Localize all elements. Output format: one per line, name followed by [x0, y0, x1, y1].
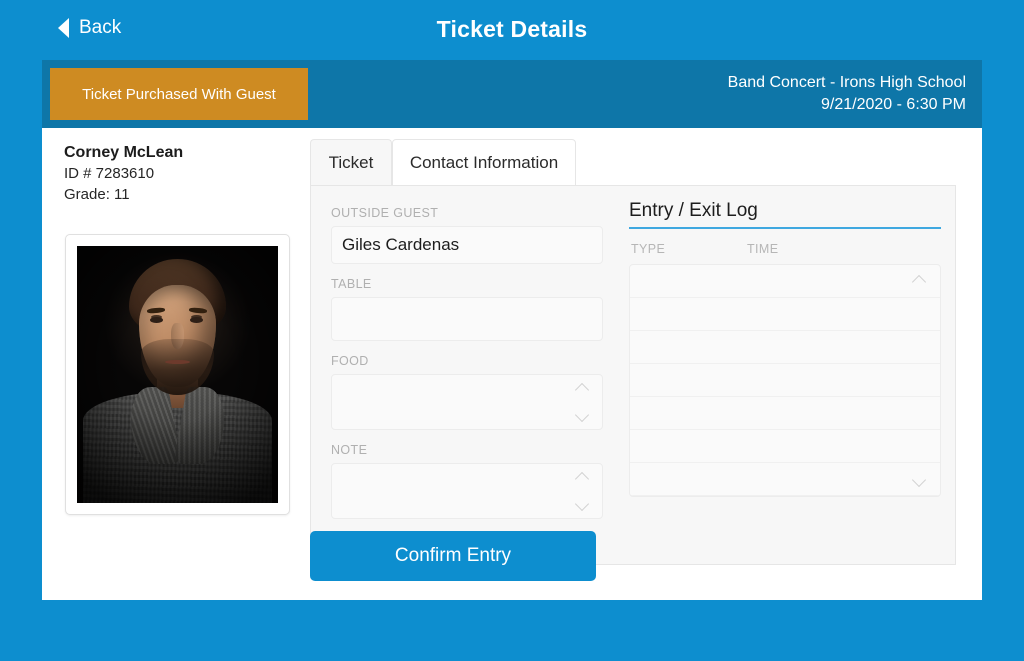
confirm-entry-label: Confirm Entry	[394, 545, 512, 566]
student-photo-frame	[65, 234, 290, 515]
ticket-tab-panel: OUTSIDE GUEST Giles Cardenas TABLE FOOD	[310, 185, 956, 565]
entry-exit-log-list[interactable]	[629, 264, 941, 497]
log-row	[630, 298, 940, 331]
field-outside-guest: OUTSIDE GUEST Giles Cardenas	[331, 206, 603, 264]
chevron-up-icon[interactable]	[576, 471, 589, 484]
event-datetime: 9/21/2020 - 6:30 PM	[821, 96, 966, 113]
entry-exit-log: Entry / Exit Log TYPE TIME	[629, 200, 941, 497]
log-row	[630, 364, 940, 397]
food-input[interactable]	[331, 374, 603, 430]
column-header-type: TYPE	[631, 242, 666, 256]
student-photo	[77, 246, 278, 503]
chevron-down-icon[interactable]	[913, 474, 926, 487]
status-badge: Ticket Purchased With Guest	[50, 68, 308, 120]
log-row	[630, 331, 940, 364]
table-input[interactable]	[331, 297, 603, 341]
student-grade: Grade: 11	[64, 186, 130, 203]
student-summary: Corney McLean ID # 7283610 Grade: 11	[64, 142, 314, 205]
tab-contact-information[interactable]: Contact Information	[392, 139, 576, 186]
confirm-entry-button[interactable]: Confirm Entry	[310, 531, 596, 581]
event-name: Band Concert - Irons High School	[727, 74, 966, 91]
entry-exit-log-columns: TYPE TIME	[629, 238, 941, 264]
chevron-up-icon[interactable]	[576, 382, 589, 395]
status-badge-label: Ticket Purchased With Guest	[82, 85, 276, 103]
ticket-details-card: Corney McLean ID # 7283610 Grade: 11 Tic…	[42, 128, 982, 600]
field-table: TABLE	[331, 277, 603, 341]
event-band: Ticket Purchased With Guest Band Concert…	[42, 60, 982, 128]
log-row	[630, 430, 940, 463]
field-table-label: TABLE	[331, 277, 372, 291]
note-stepper[interactable]	[576, 464, 594, 518]
entry-exit-log-scrollbar[interactable]	[913, 265, 931, 496]
ticket-form: OUTSIDE GUEST Giles Cardenas TABLE FOOD	[331, 206, 603, 532]
chevron-down-icon[interactable]	[576, 498, 589, 511]
food-stepper[interactable]	[576, 375, 594, 429]
field-food-label: FOOD	[331, 354, 369, 368]
app-header-bar: Back Ticket Details	[0, 0, 1024, 60]
column-header-time: TIME	[747, 242, 779, 256]
entry-exit-log-title: Entry / Exit Log	[629, 200, 941, 229]
outside-guest-value: Giles Cardenas	[342, 235, 460, 254]
event-info: Band Concert - Irons High School 9/21/20…	[728, 72, 966, 116]
tab-ticket[interactable]: Ticket	[310, 139, 392, 186]
note-input[interactable]	[331, 463, 603, 519]
log-row	[630, 265, 940, 298]
field-food: FOOD	[331, 354, 603, 430]
chevron-up-icon[interactable]	[913, 274, 926, 287]
outside-guest-input[interactable]: Giles Cardenas	[331, 226, 603, 264]
log-row	[630, 463, 940, 496]
photo-vignette	[77, 246, 278, 503]
tab-ticket-label: Ticket	[328, 153, 374, 172]
student-name: Corney McLean	[64, 144, 184, 161]
student-id: ID # 7283610	[64, 165, 155, 182]
page-title: Ticket Details	[436, 16, 588, 42]
field-note: NOTE	[331, 443, 603, 519]
field-note-label: NOTE	[331, 443, 368, 457]
tab-contact-information-label: Contact Information	[409, 152, 559, 172]
log-row	[630, 397, 940, 430]
chevron-down-icon[interactable]	[576, 409, 589, 422]
field-outside-guest-label: OUTSIDE GUEST	[331, 206, 439, 220]
